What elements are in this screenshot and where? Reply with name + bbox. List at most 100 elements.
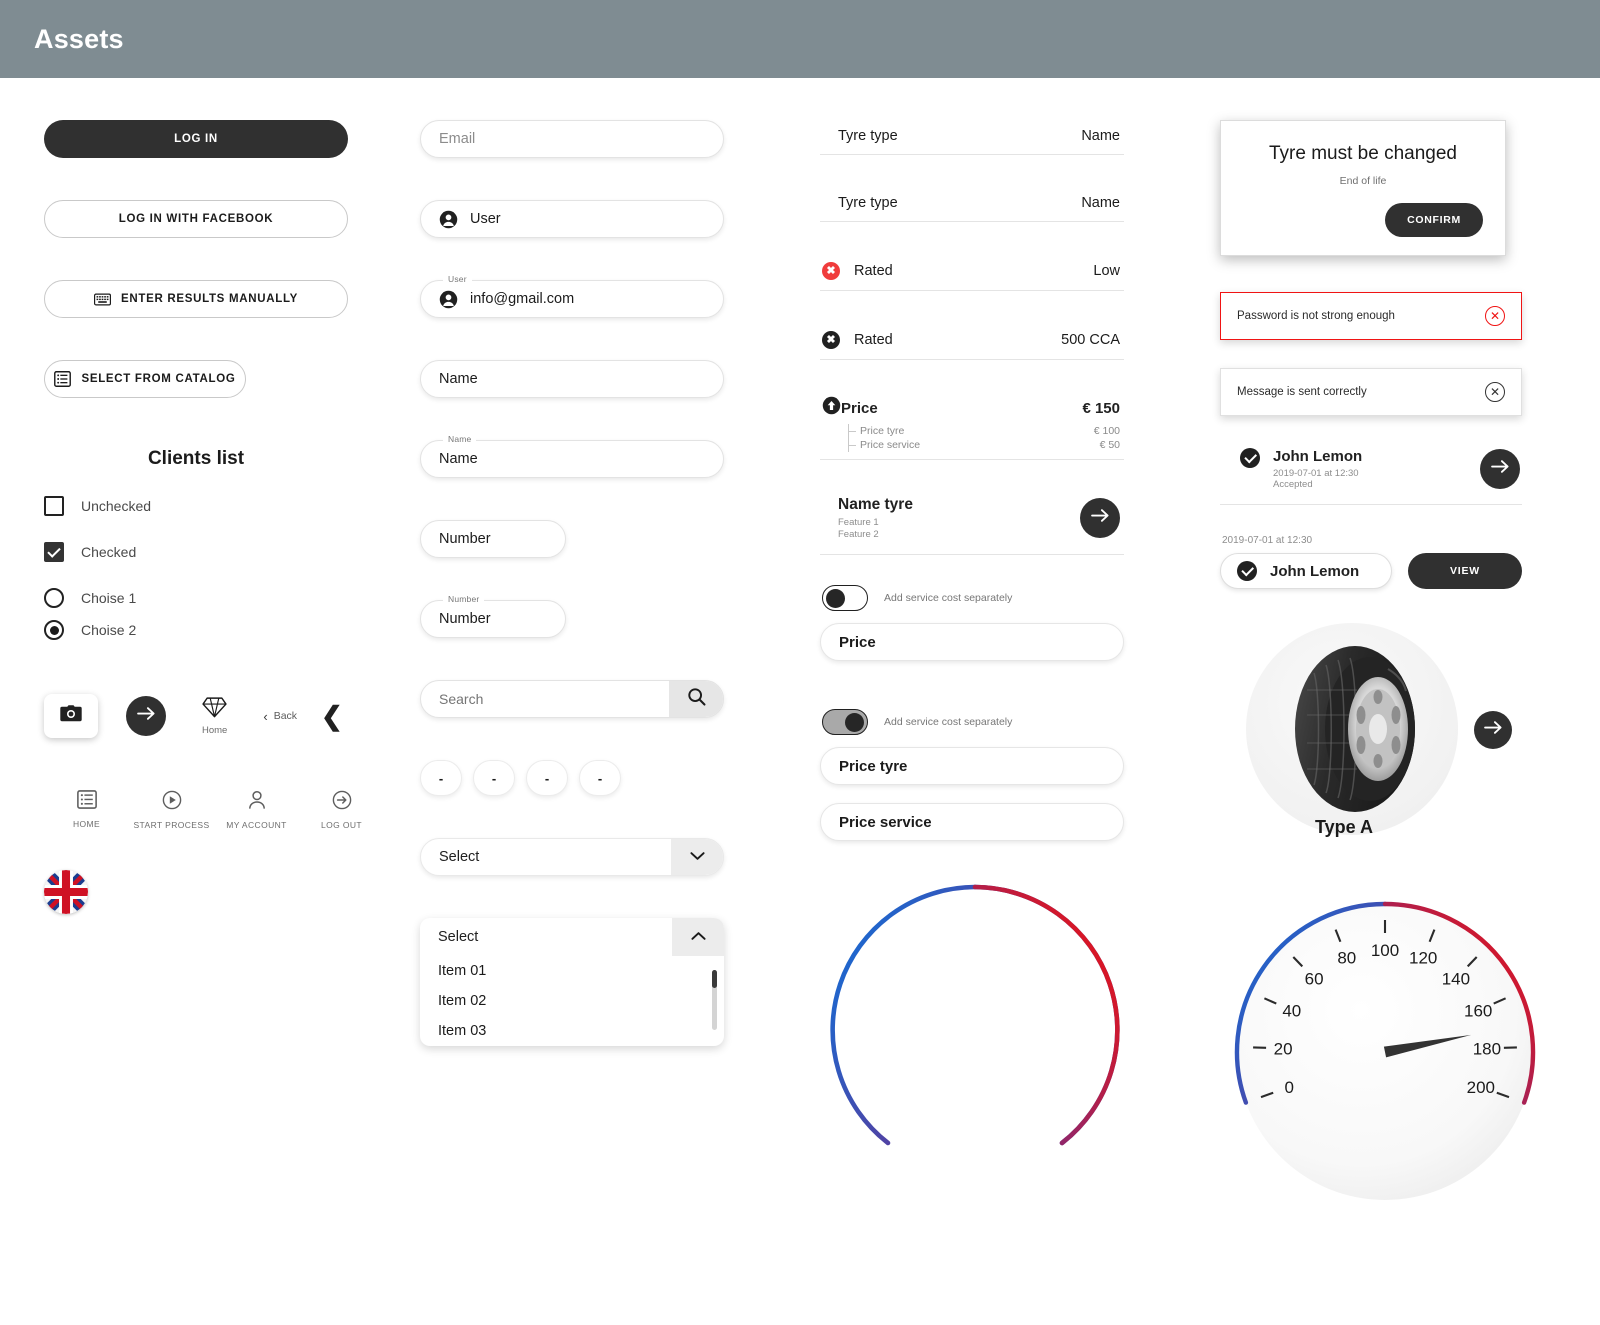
close-circle-icon[interactable]: ✕ bbox=[1485, 382, 1505, 402]
select-closed[interactable]: Select bbox=[420, 838, 724, 876]
list-row-value: Name bbox=[1081, 128, 1120, 144]
list-row-value: Name bbox=[1081, 195, 1120, 211]
search-button[interactable] bbox=[669, 681, 723, 717]
number-filled-field[interactable]: Number Number bbox=[420, 594, 566, 638]
arrow-right-icon bbox=[1490, 459, 1510, 479]
list-row-tyre-type-2[interactable]: Tyre type Name bbox=[820, 187, 1124, 222]
name-empty-field[interactable]: Name bbox=[420, 360, 724, 398]
checkbox-checked-icon[interactable] bbox=[44, 542, 64, 562]
radio-choise-1-row[interactable]: Choise 1 bbox=[44, 588, 420, 608]
app-header: Assets bbox=[0, 0, 1600, 78]
dash-pill-4[interactable]: - bbox=[579, 760, 621, 796]
keyboard-icon bbox=[93, 293, 111, 306]
bottom-nav-item-home[interactable]: HOME bbox=[44, 790, 129, 830]
user-field[interactable]: User bbox=[420, 200, 724, 238]
checkbox-unchecked-row[interactable]: Unchecked bbox=[44, 496, 420, 516]
price-tyre-input[interactable]: Price tyre bbox=[820, 747, 1124, 785]
person-datetime: 2019-07-01 at 12:30 bbox=[1273, 468, 1359, 479]
tyre-photo-icon bbox=[1295, 646, 1415, 812]
chevron-left-icon[interactable]: ❮ bbox=[321, 703, 343, 729]
radio-choise-2-row[interactable]: Choise 2 bbox=[44, 620, 420, 640]
service-cost-toggle-off[interactable] bbox=[822, 585, 868, 611]
checkbox-unchecked-icon[interactable] bbox=[44, 496, 64, 516]
back-link[interactable]: ‹ Back bbox=[263, 709, 297, 724]
login-button[interactable]: LOG IN bbox=[44, 120, 348, 158]
checkbox-checked-row[interactable]: Checked bbox=[44, 542, 420, 562]
number-empty-field[interactable]: Number bbox=[420, 520, 566, 558]
column-form-fields: Email User User info@gmail.com Name Name… bbox=[420, 78, 820, 1232]
radio-selected-icon[interactable] bbox=[44, 620, 64, 640]
toggle-row-on[interactable]: Add service cost separately bbox=[822, 709, 1220, 735]
select-open-toggle[interactable] bbox=[672, 918, 724, 956]
tyre-hero-next-button[interactable] bbox=[1474, 711, 1512, 749]
select-option-item-02[interactable]: Item 02 bbox=[420, 986, 724, 1016]
error-badge-icon: ✖ bbox=[822, 262, 840, 280]
bottom-nav-item-log-out[interactable]: LOG OUT bbox=[299, 790, 384, 830]
person-row-next-button[interactable] bbox=[1480, 449, 1520, 489]
select-option-item-03[interactable]: Item 03 bbox=[420, 1016, 724, 1046]
person-name-pill[interactable]: John Lemon bbox=[1220, 553, 1392, 589]
svg-text:200: 200 bbox=[1467, 1078, 1495, 1097]
list-row-tyre-type-1[interactable]: Tyre type Name bbox=[820, 120, 1124, 155]
price-input[interactable]: Price bbox=[820, 623, 1124, 661]
checkbox-unchecked-label: Unchecked bbox=[81, 498, 152, 514]
user-email-field[interactable]: User info@gmail.com bbox=[420, 274, 724, 318]
price-service-input[interactable]: Price service bbox=[820, 803, 1124, 841]
person-status: Accepted bbox=[1273, 479, 1313, 490]
column-buttons: LOG IN LOG IN WITH FACEBOOK ENTER RESULT… bbox=[0, 78, 420, 1232]
radio-unselected-icon[interactable] bbox=[44, 588, 64, 608]
price-input-placeholder: Price bbox=[839, 633, 876, 651]
list-row-rated-cca[interactable]: ✖ Rated 500 CCA bbox=[820, 323, 1124, 360]
search-bar[interactable] bbox=[420, 680, 724, 718]
name-empty-field-placeholder: Name bbox=[439, 371, 478, 387]
bottom-nav-item-start-process[interactable]: START PROCESS bbox=[129, 790, 214, 830]
radio-choise-1-label: Choise 1 bbox=[81, 590, 137, 606]
select-option-item-01[interactable]: Item 01 bbox=[420, 956, 724, 986]
toggle-row-off[interactable]: Add service cost separately bbox=[822, 585, 1220, 611]
svg-text:60: 60 bbox=[1305, 970, 1324, 989]
email-field[interactable]: Email bbox=[420, 120, 724, 158]
tyre-card-next-button[interactable] bbox=[1080, 498, 1120, 538]
dash-pill-3[interactable]: - bbox=[526, 760, 568, 796]
dash-pill-1[interactable]: - bbox=[420, 760, 462, 796]
svg-text:80: 80 bbox=[1337, 948, 1356, 967]
select-closed-value: Select bbox=[439, 849, 480, 865]
list-icon bbox=[54, 371, 72, 387]
service-cost-toggle-on[interactable] bbox=[822, 709, 868, 735]
select-from-catalog-button[interactable]: SELECT FROM CATALOG bbox=[44, 360, 246, 398]
toggle-off-label: Add service cost separately bbox=[884, 592, 1013, 604]
name-filled-field-value: Name bbox=[439, 451, 478, 467]
search-input[interactable] bbox=[421, 681, 669, 717]
home-nav-button[interactable]: Home bbox=[202, 696, 227, 736]
price-block: Price € 150 Price tyre € 100 Price servi… bbox=[820, 392, 1124, 460]
close-circle-icon[interactable]: ✕ bbox=[1485, 306, 1505, 326]
svg-text:160: 160 bbox=[1464, 1002, 1492, 1021]
next-fab-button[interactable] bbox=[126, 696, 166, 736]
enter-results-manually-label: ENTER RESULTS MANUALLY bbox=[120, 293, 299, 305]
check-circle-icon bbox=[1237, 561, 1257, 581]
enter-results-manually-button[interactable]: ENTER RESULTS MANUALLY bbox=[44, 280, 348, 318]
bottom-nav-my-account-label: MY ACCOUNT bbox=[226, 820, 287, 830]
uk-flag-icon[interactable] bbox=[44, 870, 88, 914]
name-filled-field[interactable]: Name Name bbox=[420, 434, 724, 478]
price-service-input-placeholder: Price service bbox=[839, 813, 932, 831]
person-row[interactable]: John Lemon 2019-07-01 at 12:30 Accepted bbox=[1220, 444, 1522, 505]
user-email-field-label: User bbox=[443, 274, 472, 284]
alert-message-sent: Message is sent correctly ✕ bbox=[1220, 368, 1522, 416]
bottom-nav-item-my-account[interactable]: MY ACCOUNT bbox=[214, 790, 299, 830]
camera-icon bbox=[60, 705, 82, 727]
list-row-rated-low[interactable]: ✖ Rated Low bbox=[820, 254, 1124, 291]
select-open[interactable]: Select Item 01 Item 02 Item 03 bbox=[420, 918, 724, 1046]
tyre-card[interactable]: Name tyre Feature 1 Feature 2 bbox=[820, 492, 1124, 555]
select-scrollbar[interactable] bbox=[712, 970, 717, 1030]
select-closed-toggle[interactable] bbox=[671, 839, 723, 875]
camera-button[interactable] bbox=[44, 694, 98, 738]
column-list-rows: Tyre type Name Tyre type Name ✖ Rated Lo… bbox=[820, 78, 1220, 1232]
login-facebook-label: LOG IN WITH FACEBOOK bbox=[118, 213, 274, 225]
tyre-card-feature-2: Feature 2 bbox=[838, 529, 879, 540]
chevron-left-small-icon: ‹ bbox=[263, 708, 268, 724]
login-facebook-button[interactable]: LOG IN WITH FACEBOOK bbox=[44, 200, 348, 238]
dash-pill-2[interactable]: - bbox=[473, 760, 515, 796]
view-button[interactable]: VIEW bbox=[1408, 553, 1522, 589]
confirm-button[interactable]: CONFIRM bbox=[1385, 203, 1483, 237]
